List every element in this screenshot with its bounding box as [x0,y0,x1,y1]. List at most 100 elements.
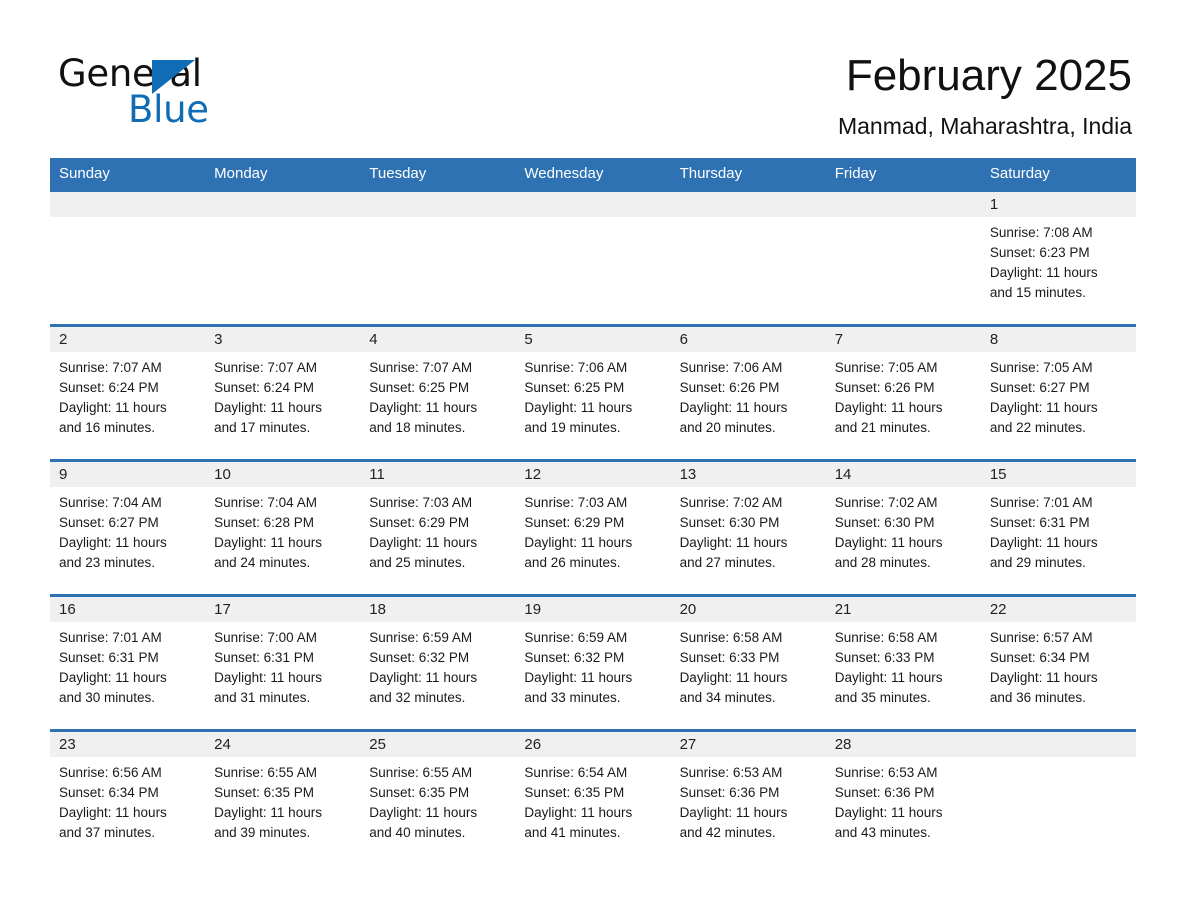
day-number: 19 [515,597,671,622]
calendar-cell-day[interactable]: 18 Sunrise: 6:59 AM Sunset: 6:32 PM Dayligh… [360,594,516,731]
calendar-cell-day[interactable]: 20 Sunrise: 6:58 AM Sunset: 6:33 PM Dayligh… [670,594,826,731]
calendar-table: Sunday Monday Tuesday Wednesday Thursday… [50,158,1136,864]
day-number: 7 [825,327,981,352]
day-number [980,732,1136,757]
calendar-cell-day[interactable]: 16 Sunrise: 7:01 AM Sunset: 6:31 PM Dayligh… [50,594,206,731]
page-title: February 2025 [845,51,1132,100]
calendar-cell-day[interactable]: 10 Sunrise: 7:04 AM Sunset: 6:28 PM Dayligh… [205,459,361,596]
day-number: 18 [360,597,516,622]
calendar-cell-empty [360,189,516,326]
sunrise-text: Sunrise: 7:08 AM [989,225,1093,240]
calendar-cell-day[interactable]: 17 Sunrise: 7:00 AM Sunset: 6:31 PM Dayligh… [205,594,361,731]
day-details: Sunrise: 6:55 AM Sunset: 6:35 PM Daylight:… [205,757,360,843]
day-number: 14 [825,462,981,487]
day-number: 23 [50,732,206,757]
day-number: 17 [205,597,361,622]
calendar-cell-day[interactable]: 28 Sunrise: 6:53 AM Sunset: 6:36 PM Dayligh… [825,729,981,864]
day-number: 28 [825,732,981,757]
weekday-header-tuesday: Tuesday [360,158,516,191]
sunrise-text: Sunrise: 7:04 AM [59,495,162,510]
calendar-cell-day[interactable]: 2 Sunrise: 7:07 AM Sunset: 6:24 PM Daylight… [50,324,206,461]
calendar-cell-day[interactable]: 27 Sunrise: 6:53 AM Sunset: 6:36 PM Dayligh… [670,729,826,864]
day-number: 27 [670,732,826,757]
daylight-text-line1: Daylight: 11 hours [834,535,943,550]
daylight-text-line2: and 24 minutes. [214,555,311,570]
day-number: 25 [360,732,516,757]
sunrise-text: Sunrise: 6:59 AM [524,630,628,645]
calendar-cell-day[interactable]: 3 Sunrise: 7:07 AM Sunset: 6:24 PM Daylight… [205,324,361,461]
calendar-cell-day[interactable]: 8 Sunrise: 7:05 AM Sunset: 6:27 PM Daylight… [980,324,1136,461]
calendar-cell-day[interactable]: 6 Sunrise: 7:06 AM Sunset: 6:26 PM Daylight… [670,324,826,461]
day-number: 16 [50,597,206,622]
day-details: Sunrise: 6:55 AM Sunset: 6:35 PM Daylight:… [360,757,515,843]
daylight-text-line2: and 31 minutes. [214,690,311,705]
calendar-cell-day[interactable]: 15 Sunrise: 7:01 AM Sunset: 6:31 PM Dayligh… [980,459,1136,596]
daylight-text-line1: Daylight: 11 hours [834,400,943,415]
calendar-cell-day[interactable]: 25 Sunrise: 6:55 AM Sunset: 6:35 PM Dayligh… [360,729,516,864]
sunrise-text: Sunrise: 6:57 AM [989,630,1093,645]
sunrise-text: Sunrise: 6:53 AM [679,765,783,780]
day-details: Sunrise: 7:00 AM Sunset: 6:31 PM Daylight:… [205,622,360,708]
calendar-cell-day[interactable]: 7 Sunrise: 7:05 AM Sunset: 6:26 PM Daylight… [825,324,981,461]
calendar-cell-empty [205,189,361,326]
calendar-cell-day[interactable]: 13 Sunrise: 7:02 AM Sunset: 6:30 PM Dayligh… [670,459,826,596]
calendar-cell-day[interactable]: 9 Sunrise: 7:04 AM Sunset: 6:27 PM Daylight… [50,459,206,596]
calendar-cell-day[interactable]: 4 Sunrise: 7:07 AM Sunset: 6:25 PM Daylight… [360,324,516,461]
logo-text-blue: Blue [128,88,209,131]
daylight-text-line2: and 25 minutes. [369,555,466,570]
calendar-cell-day[interactable]: 21 Sunrise: 6:58 AM Sunset: 6:33 PM Dayligh… [825,594,981,731]
daylight-text-line2: and 17 minutes. [214,420,311,435]
calendar-container: Sunday Monday Tuesday Wednesday Thursday… [50,158,1136,864]
daylight-text-line2: and 40 minutes. [369,825,466,840]
calendar-cell-day[interactable]: 24 Sunrise: 6:55 AM Sunset: 6:35 PM Dayligh… [205,729,361,864]
daylight-text-line1: Daylight: 11 hours [369,805,478,820]
sunrise-text: Sunrise: 6:56 AM [59,765,162,780]
sunrise-text: Sunrise: 7:07 AM [59,360,162,375]
calendar-cell-day[interactable]: 22 Sunrise: 6:57 AM Sunset: 6:34 PM Dayligh… [980,594,1136,731]
day-number: 24 [205,732,361,757]
calendar-cell-day[interactable]: 1 Sunrise: 7:08 AM Sunset: 6:23 PM Daylight… [980,189,1136,326]
day-details: Sunrise: 7:01 AM Sunset: 6:31 PM Daylight:… [981,487,1136,573]
daylight-text-line2: and 18 minutes. [369,420,466,435]
day-number: 8 [980,327,1136,352]
day-details: Sunrise: 7:03 AM Sunset: 6:29 PM Daylight:… [515,487,670,573]
sunrise-text: Sunrise: 6:53 AM [834,765,938,780]
sunset-text: Sunset: 6:34 PM [59,785,159,800]
sunrise-text: Sunrise: 7:02 AM [834,495,938,510]
sunset-text: Sunset: 6:24 PM [59,380,159,395]
sunset-text: Sunset: 6:31 PM [214,650,314,665]
day-number: 10 [205,462,361,487]
day-details: Sunrise: 7:04 AM Sunset: 6:28 PM Daylight:… [205,487,360,573]
calendar-page: General Blue February 2025 Manmad, Mahar… [0,0,1188,918]
daylight-text-line2: and 30 minutes. [59,690,156,705]
sunset-text: Sunset: 6:26 PM [679,380,780,395]
day-number: 2 [50,327,206,352]
daylight-text-line2: and 29 minutes. [989,555,1086,570]
sunrise-text: Sunrise: 7:01 AM [989,495,1093,510]
daylight-text-line1: Daylight: 11 hours [679,535,788,550]
calendar-cell-day[interactable]: 14 Sunrise: 7:02 AM Sunset: 6:30 PM Dayligh… [825,459,981,596]
day-details: Sunrise: 6:59 AM Sunset: 6:32 PM Daylight:… [515,622,670,708]
day-number: 11 [360,462,516,487]
generalblue-logo[interactable]: General Blue [58,52,318,132]
day-number: 5 [515,327,671,352]
day-number: 9 [50,462,206,487]
sunset-text: Sunset: 6:25 PM [369,380,470,395]
sunset-text: Sunset: 6:27 PM [59,515,159,530]
title-block: February 2025 Manmad, Maharashtra, India [838,48,1132,142]
day-number [360,192,516,217]
sunset-text: Sunset: 6:26 PM [834,380,935,395]
day-number: 1 [980,192,1136,217]
day-number: 4 [360,327,516,352]
daylight-text-line1: Daylight: 11 hours [369,535,478,550]
calendar-cell-day[interactable]: 23 Sunrise: 6:56 AM Sunset: 6:34 PM Dayligh… [50,729,206,864]
calendar-cell-day[interactable]: 12 Sunrise: 7:03 AM Sunset: 6:29 PM Dayligh… [515,459,671,596]
sunrise-text: Sunrise: 6:59 AM [369,630,473,645]
calendar-cell-day[interactable]: 5 Sunrise: 7:06 AM Sunset: 6:25 PM Daylight… [515,324,671,461]
day-details: Sunrise: 7:05 AM Sunset: 6:27 PM Daylight:… [981,352,1136,438]
calendar-cell-day[interactable]: 26 Sunrise: 6:54 AM Sunset: 6:35 PM Dayligh… [515,729,671,864]
daylight-text-line2: and 33 minutes. [524,690,621,705]
calendar-cell-day[interactable]: 11 Sunrise: 7:03 AM Sunset: 6:29 PM Dayligh… [360,459,516,596]
sunset-text: Sunset: 6:35 PM [524,785,625,800]
calendar-cell-day[interactable]: 19 Sunrise: 6:59 AM Sunset: 6:32 PM Dayligh… [515,594,671,731]
